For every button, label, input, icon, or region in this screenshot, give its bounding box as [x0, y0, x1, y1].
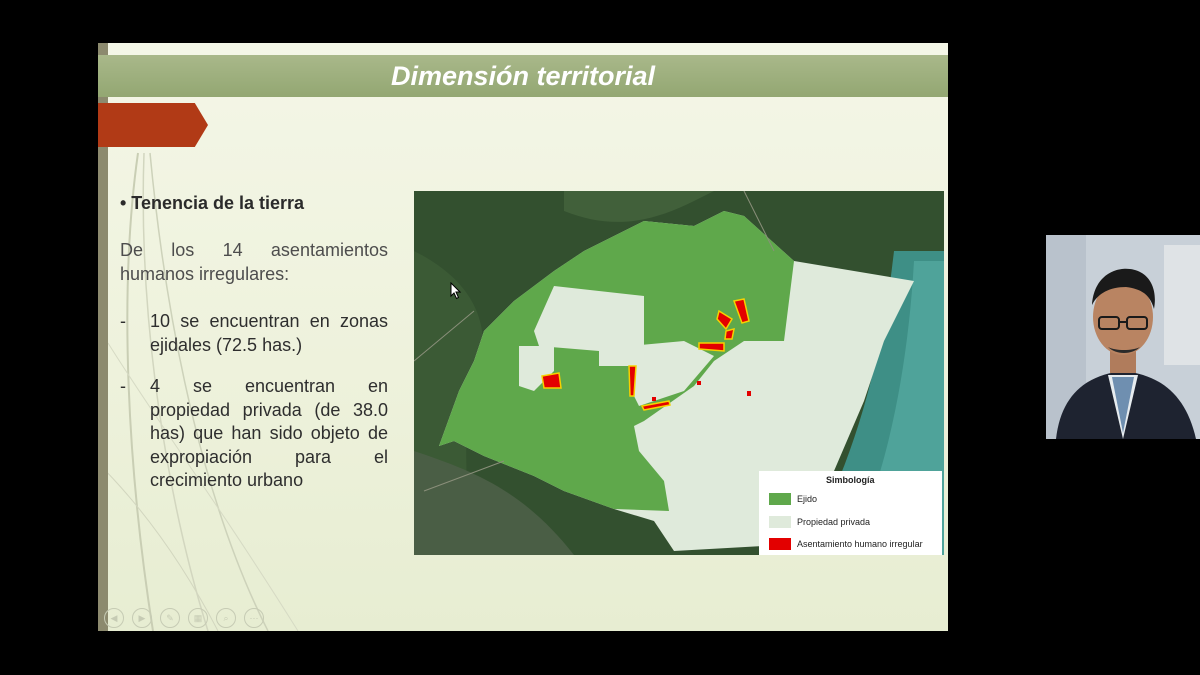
legend-swatch — [769, 538, 791, 550]
list-item-text: 10 se encuentran en zonas ejidales (72.5… — [150, 311, 388, 355]
title-bar: Dimensión territorial — [98, 55, 948, 97]
next-icon[interactable]: ▶ — [132, 608, 152, 628]
pen-icon[interactable]: ✎ — [160, 608, 180, 628]
legend-swatch — [769, 493, 791, 505]
slide-content: • Tenencia de la tierra De los 14 asenta… — [120, 193, 388, 511]
slides-icon[interactable]: ▦ — [188, 608, 208, 628]
presenter-video-frame — [1046, 235, 1200, 439]
legend-title: Simbología — [826, 475, 875, 485]
legend-label: Ejido — [797, 494, 818, 504]
list-item: - 4 se encuentran en propiedad privada (… — [120, 375, 388, 493]
zoom-icon[interactable]: ⌕ — [216, 608, 236, 628]
dash-mark: - — [120, 376, 126, 396]
legend-label: Propiedad privada — [797, 517, 871, 527]
bullet-heading: • Tenencia de la tierra — [120, 193, 305, 213]
land-tenure-map: Simbología Ejido Propiedad privada Asent… — [414, 191, 944, 555]
arrow-tab — [98, 103, 208, 147]
list-item-text: 4 se encuentran en propiedad privada (de… — [150, 376, 388, 490]
more-icon[interactable]: ⋯ — [244, 608, 264, 628]
intro-text: De los 14 asentamientos humanos irregula… — [120, 240, 388, 284]
legend-label: Asentamiento humano irregular — [797, 539, 923, 549]
list-item: - 10 se encuentran en zonas ejidales (72… — [120, 310, 388, 357]
legend-swatch — [769, 516, 791, 528]
webcam-video — [1046, 235, 1200, 439]
slide-title: Dimensión territorial — [390, 61, 656, 91]
dash-mark: - — [120, 311, 126, 331]
prev-icon[interactable]: ◀ — [104, 608, 124, 628]
mouse-cursor-icon — [450, 282, 462, 300]
map-legend: Simbología Ejido Propiedad privada Asent… — [759, 471, 942, 555]
presentation-slide: Dimensión territorial • Tenencia de la t… — [98, 43, 948, 631]
